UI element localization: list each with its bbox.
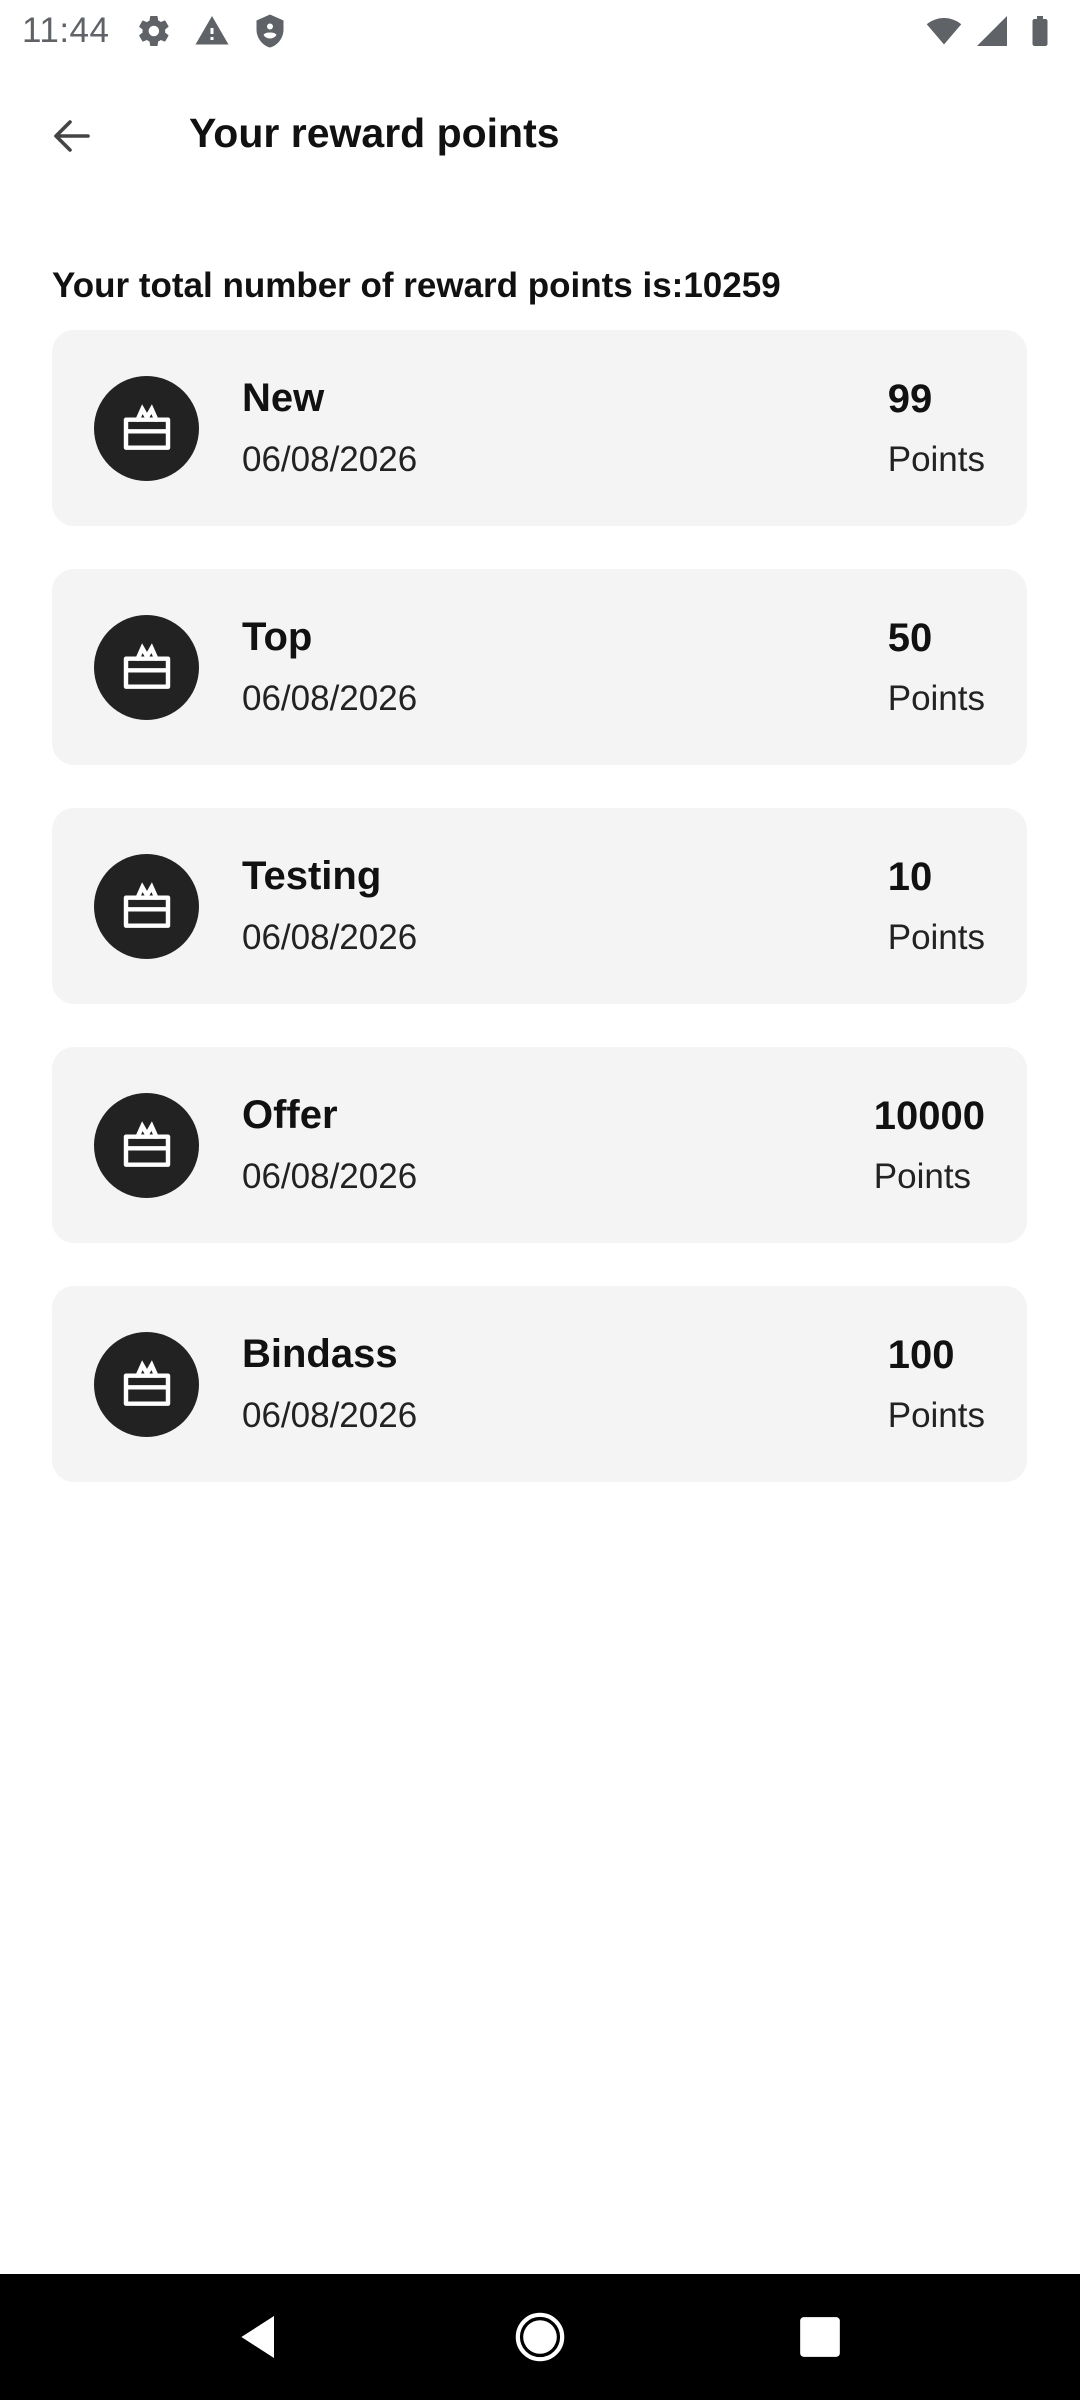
wifi-icon — [926, 13, 962, 49]
battery-icon — [1022, 13, 1058, 49]
reward-points: 50 Points — [888, 615, 985, 719]
page-title: Your reward points — [189, 110, 560, 156]
gift-card-icon — [94, 1093, 199, 1198]
reward-points-value: 99 — [887, 377, 933, 421]
app-bar: Your reward points — [0, 80, 1080, 192]
reward-list: New 06/08/2026 99 Points Top 06/08/2026 50 Poin… — [52, 330, 1027, 1525]
reward-points-unit: Points — [887, 440, 985, 479]
shield-icon — [252, 13, 288, 49]
reward-points: 100 Points — [888, 1332, 985, 1436]
reward-card[interactable]: Top 06/08/2026 50 Points — [52, 569, 1027, 765]
reward-name: Top — [242, 615, 313, 659]
reward-points-value: 10 — [887, 855, 933, 899]
reward-name: Bindass — [242, 1332, 398, 1376]
nav-back-button[interactable] — [220, 2297, 300, 2377]
warning-icon — [194, 13, 230, 49]
reward-date: 06/08/2026 — [242, 679, 418, 718]
back-button[interactable] — [40, 104, 104, 168]
gift-card-icon — [94, 376, 199, 481]
reward-card[interactable]: Bindass 06/08/2026 100 Points — [52, 1286, 1027, 1482]
reward-name: New — [242, 376, 325, 420]
reward-points-unit: Points — [887, 679, 985, 718]
reward-card[interactable]: Testing 06/08/2026 10 Points — [52, 808, 1027, 1004]
reward-points: 10000 Points — [874, 1093, 985, 1197]
reward-card[interactable]: Offer 06/08/2026 10000 Points — [52, 1047, 1027, 1243]
gift-card-icon — [94, 615, 199, 720]
reward-points-unit: Points — [873, 1157, 972, 1196]
reward-points-value: 10000 — [873, 1094, 985, 1138]
reward-date: 06/08/2026 — [242, 1157, 418, 1196]
nav-home-icon — [515, 2312, 565, 2362]
reward-date: 06/08/2026 — [242, 1396, 418, 1435]
gift-card-icon — [94, 1332, 199, 1437]
reward-points-unit: Points — [887, 1396, 985, 1435]
reward-points: 99 Points — [888, 376, 985, 480]
nav-recents-button[interactable] — [780, 2297, 860, 2377]
settings-icon — [136, 13, 172, 49]
screen: 11:44 Your reward points Your total numb… — [0, 0, 1080, 2400]
status-right-icons — [926, 13, 1058, 49]
reward-points-unit: Points — [887, 918, 985, 957]
reward-card[interactable]: New 06/08/2026 99 Points — [52, 330, 1027, 526]
reward-points-value: 50 — [887, 616, 933, 660]
reward-points-value: 100 — [887, 1333, 955, 1377]
status-bar: 11:44 — [0, 0, 1080, 62]
total-points-text: Your total number of reward points is:10… — [52, 266, 781, 305]
nav-recents-icon — [800, 2317, 840, 2357]
reward-points: 10 Points — [888, 854, 985, 958]
reward-name: Testing — [242, 854, 382, 898]
nav-home-button[interactable] — [500, 2297, 580, 2377]
status-time: 11:44 — [22, 11, 110, 50]
reward-date: 06/08/2026 — [242, 918, 418, 957]
nav-back-icon — [241, 2316, 274, 2358]
gift-card-icon — [94, 854, 199, 959]
reward-date: 06/08/2026 — [242, 440, 418, 479]
navigation-bar — [0, 2274, 1080, 2400]
reward-name: Offer — [242, 1093, 338, 1137]
arrow-back-icon — [54, 120, 90, 152]
cellular-icon — [974, 13, 1010, 49]
status-left-icons — [136, 13, 288, 49]
